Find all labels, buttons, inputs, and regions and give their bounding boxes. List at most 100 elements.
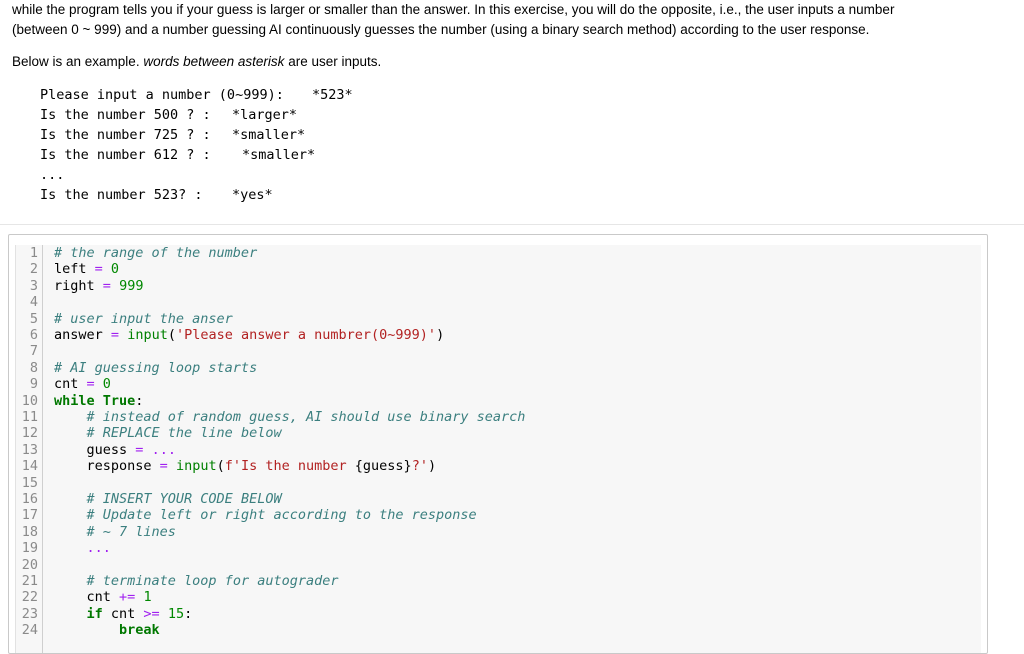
code-text: ... — [54, 540, 111, 556]
code-line[interactable]: 5 # user input the anser — [16, 311, 981, 327]
code-token: 0 — [110, 261, 120, 278]
code-token: # instead of random guess, AI should use… — [86, 409, 526, 425]
line-number: 18 — [21, 523, 38, 540]
code-token: while — [54, 392, 95, 409]
code-token: = — [159, 458, 168, 475]
code-line[interactable]: 13 guess = ... — [16, 442, 981, 458]
code-token: ... — [151, 441, 176, 458]
code-token: ) — [436, 327, 445, 343]
console-user-input: *523* — [312, 87, 353, 103]
code-text: # user input the anser — [54, 311, 233, 327]
console-prompt: Is the number 612 ? : — [40, 147, 211, 163]
code-line[interactable]: 22 cnt += 1 — [16, 589, 981, 605]
code-line[interactable]: 1 # the range of the number — [16, 245, 981, 261]
code-line[interactable]: 18 # ~ 7 lines — [16, 524, 981, 540]
code-token: 999 — [119, 277, 144, 294]
code-line[interactable]: 21 # terminate loop for autograder — [16, 573, 981, 589]
code-token: += — [119, 589, 136, 606]
code-token: 1 — [143, 589, 152, 606]
code-line[interactable]: 19 ... — [16, 540, 981, 556]
code-line[interactable]: 2 left = 0 — [16, 261, 981, 277]
code-text: # INSERT YOUR CODE BELOW — [54, 491, 282, 507]
line-number: 11 — [21, 409, 38, 425]
instructions-line-1: while the program tells you if your gues… — [12, 2, 895, 17]
code-line[interactable]: 11 # instead of random guess, AI should … — [16, 409, 981, 425]
code-token: if — [86, 605, 103, 622]
console-user-input: *larger* — [232, 107, 298, 123]
console-prompt: Is the number 725 ? : — [40, 127, 211, 143]
line-number: 4 — [29, 294, 38, 311]
code-line[interactable]: 20 — [16, 557, 981, 573]
code-line[interactable]: 6 answer = input('Please answer a numbrer… — [16, 327, 981, 343]
code-line[interactable]: 10 while True: — [16, 393, 981, 409]
code-token: {guess} — [354, 458, 412, 475]
line-number: 21 — [21, 573, 38, 589]
code-line[interactable]: 23 if cnt >= 15: — [16, 606, 981, 622]
code-line[interactable]: 9 cnt = 0 — [16, 376, 981, 392]
console-prompt: Is the number 500 ? : — [40, 107, 211, 123]
code-area[interactable]: 1 # the range of the number 2 left = 0 3 righ… — [15, 245, 981, 653]
code-token: True — [102, 392, 136, 409]
line-number: 20 — [21, 556, 38, 573]
code-token: ( — [216, 458, 225, 475]
code-text: # REPLACE the line below — [54, 425, 282, 441]
code-line[interactable]: 8 # AI guessing loop starts — [16, 360, 981, 376]
code-line[interactable]: 14 response = input(f'Is the number {gue… — [16, 458, 981, 474]
line-number: 22 — [21, 589, 38, 606]
code-token: >= — [143, 605, 160, 622]
code-token: input — [175, 458, 217, 475]
code-text: # AI guessing loop starts — [54, 360, 257, 376]
code-text: cnt = 0 — [54, 376, 111, 392]
line-number: 12 — [21, 425, 38, 442]
code-text: while True: — [54, 393, 143, 409]
code-token: : — [135, 392, 144, 409]
line-number: 17 — [21, 507, 38, 524]
code-line[interactable]: 17 # Update left or right according to t… — [16, 507, 981, 523]
code-line[interactable]: 24 break — [16, 622, 981, 638]
line-number: 8 — [29, 359, 38, 376]
line-number: 9 — [29, 376, 38, 393]
code-token: answer — [54, 327, 111, 343]
line-number: 13 — [21, 441, 38, 458]
instructions: while the program tells you if your gues… — [12, 0, 952, 40]
code-token: ?' — [411, 458, 428, 475]
example-intro: Below is an example. words between aster… — [12, 52, 381, 72]
code-token: left — [54, 261, 95, 278]
code-text: if cnt >= 15: — [54, 605, 193, 622]
line-number: 1 — [29, 245, 38, 261]
code-token: guess — [54, 441, 136, 458]
code-token: response — [54, 458, 160, 475]
console-prompt: Is the number 523? : — [40, 187, 203, 203]
code-line[interactable]: 4 — [16, 294, 981, 310]
console-user-input: *smaller* — [232, 127, 306, 143]
code-token: input — [127, 327, 168, 343]
code-token: ( — [167, 327, 176, 343]
line-number: 10 — [21, 392, 38, 409]
code-line[interactable]: 3 right = 999 — [16, 278, 981, 294]
instructions-line-2: (between 0 ~ 999) and a number guessing … — [12, 22, 870, 37]
code-token: # ~ 7 lines — [86, 523, 176, 540]
line-number: 14 — [21, 458, 38, 475]
code-line[interactable]: 16 # INSERT YOUR CODE BELOW — [16, 491, 981, 507]
code-editor[interactable]: 1 # the range of the number 2 left = 0 3 righ… — [8, 234, 988, 654]
code-line[interactable]: 12 # REPLACE the line below — [16, 425, 981, 441]
code-token: = — [86, 376, 95, 393]
code-line[interactable]: 15 — [16, 475, 981, 491]
code-line[interactable]: 7 — [16, 343, 981, 359]
code-text: guess = ... — [54, 442, 176, 458]
